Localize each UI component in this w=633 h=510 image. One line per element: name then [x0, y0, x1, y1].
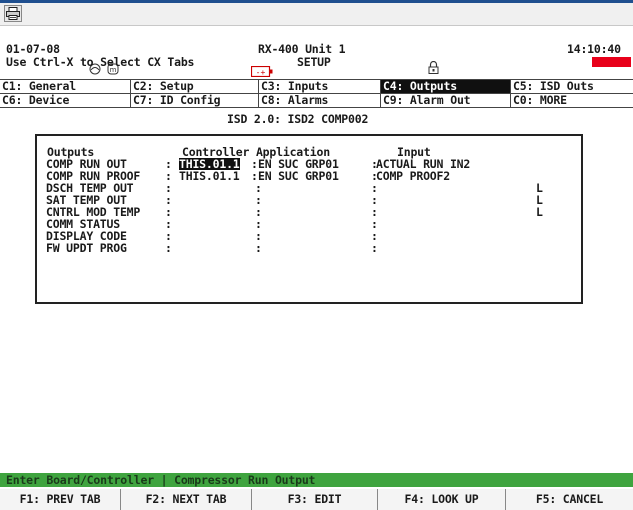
tab-device[interactable]: C6: Device — [0, 94, 131, 107]
help-bar: Enter Board/Controller | Compressor Run … — [0, 473, 633, 487]
toolbar — [0, 3, 633, 26]
f3-edit-button[interactable]: F3: EDIT — [252, 489, 378, 510]
output-name: FW UPDT PROG — [46, 241, 127, 255]
f5-cancel-button[interactable]: F5: CANCEL — [506, 489, 633, 510]
clock-time: 14:10:40 — [567, 42, 621, 56]
f1-prev-tab-button[interactable]: F1: PREV TAB — [0, 489, 121, 510]
help-text: Enter Board/Controller | Compressor Run … — [6, 473, 316, 487]
tab-alarms[interactable]: C8: Alarms — [259, 94, 381, 107]
separator: : — [165, 241, 172, 255]
unit-name: RX-400 Unit 1 — [258, 42, 346, 56]
separator: : — [371, 241, 378, 255]
svg-text:-+: -+ — [256, 68, 266, 77]
mode-label: SETUP — [297, 55, 331, 69]
tab-outputs[interactable]: C4: Outputs — [381, 80, 511, 93]
tab-id-config[interactable]: C7: ID Config — [131, 94, 259, 107]
application-field[interactable]: EN SUC GRP01 — [258, 170, 339, 182]
print-button[interactable] — [4, 5, 22, 22]
separator: : — [255, 241, 262, 255]
output-flag: L — [536, 205, 543, 219]
tab-alarm-out[interactable]: C9: Alarm Out — [381, 94, 511, 107]
tab-general[interactable]: C1: General — [0, 80, 131, 93]
controller-field[interactable]: THIS.01.1 — [179, 170, 240, 182]
tab-inputs[interactable]: C3: Inputs — [259, 80, 381, 93]
function-key-bar: F1: PREV TAB F2: NEXT TAB F3: EDIT F4: L… — [0, 489, 633, 510]
tab-row-1: C1: General C2: Setup C3: Inputs C4: Out… — [0, 80, 633, 93]
input-field[interactable]: COMP PROOF2 — [376, 170, 450, 182]
date-display: 01-07-08 — [6, 42, 60, 56]
f4-look-up-button[interactable]: F4: LOOK UP — [378, 489, 506, 510]
tab-setup[interactable]: C2: Setup — [131, 80, 259, 93]
tab-row-2: C6: Device C7: ID Config C8: Alarms C9: … — [0, 94, 633, 107]
f2-next-tab-button[interactable]: F2: NEXT TAB — [121, 489, 252, 510]
tab-more[interactable]: C0: MORE — [511, 94, 633, 107]
tab-isd-outs[interactable]: C5: ISD Outs — [511, 80, 633, 93]
hint-text: Use Ctrl-X to Select CX Tabs — [6, 55, 195, 69]
page-title: ISD 2.0: ISD2 COMP002 — [227, 112, 369, 126]
alarm-indicator — [592, 57, 631, 67]
lock-icon — [409, 40, 439, 78]
printer-icon — [6, 7, 20, 20]
